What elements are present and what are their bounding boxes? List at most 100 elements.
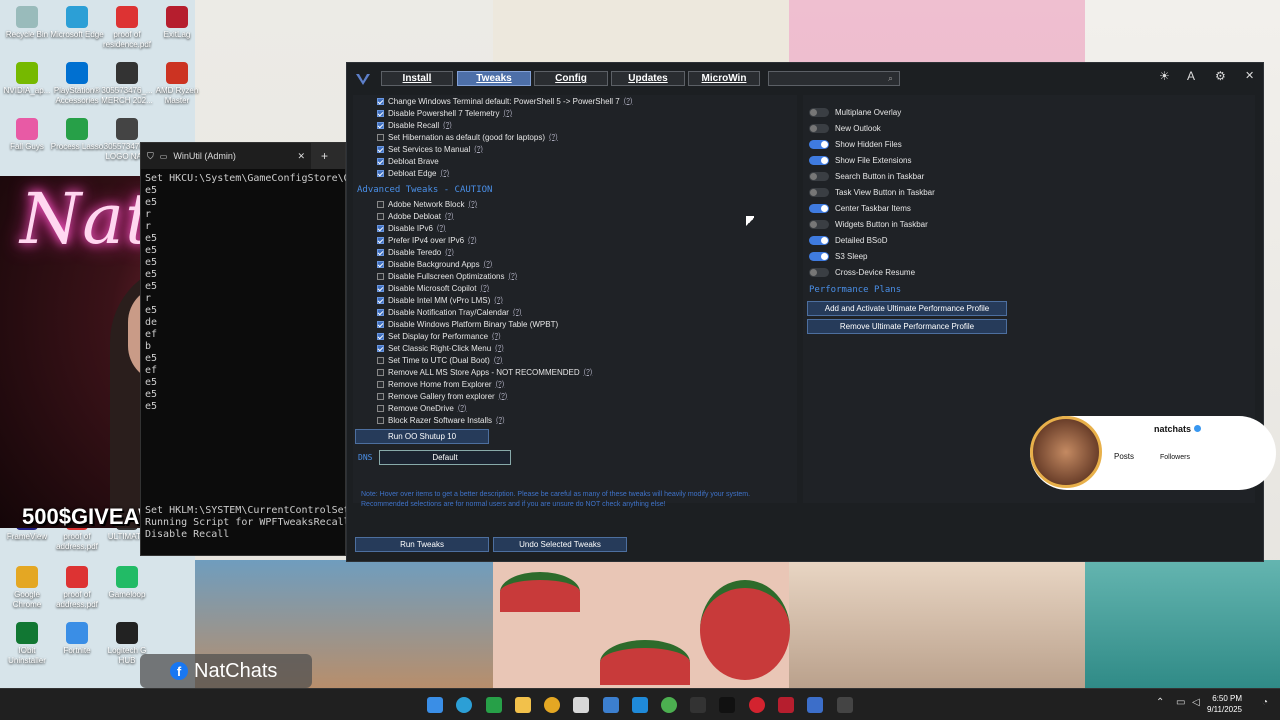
tweak-checkbox-row[interactable]: Set Classic Right-Click Menu (?) — [377, 342, 504, 354]
network-icon[interactable]: ▭ — [1176, 697, 1185, 708]
checkbox[interactable] — [377, 109, 384, 117]
epic-games-icon[interactable] — [719, 697, 735, 713]
help-icon[interactable]: (?) — [484, 261, 493, 268]
start-button-icon[interactable] — [427, 697, 443, 713]
desktop-icon[interactable]: 305573476_... MERCH 202... — [100, 62, 154, 106]
edge-taskbar-icon[interactable] — [456, 697, 472, 713]
checkbox[interactable] — [377, 296, 384, 304]
tweak-checkbox-row[interactable]: Disable Intel MM (vPro LMS) (?) — [377, 294, 503, 306]
tweak-checkbox-row[interactable]: Disable Fullscreen Optimizations (?) — [377, 270, 517, 282]
tweak-checkbox-row[interactable]: Disable IPv6 (?) — [377, 222, 445, 234]
help-icon[interactable]: (?) — [509, 273, 518, 280]
photos-icon[interactable] — [603, 697, 619, 713]
desktop-icon[interactable]: proof of residence.pdf — [100, 6, 154, 50]
help-icon[interactable]: (?) — [445, 249, 454, 256]
checkbox[interactable] — [377, 200, 384, 208]
toggle-switch[interactable] — [809, 251, 829, 261]
toggle-switch[interactable] — [809, 203, 829, 213]
process-lasso-taskbar-icon[interactable] — [486, 697, 502, 713]
tab-config[interactable]: Config — [534, 71, 608, 86]
preference-toggle-row[interactable]: Detailed BSoD — [809, 234, 887, 246]
help-icon[interactable]: (?) — [440, 170, 449, 177]
capcut-icon[interactable] — [690, 697, 706, 713]
search-input[interactable]: ⌕ — [768, 71, 900, 86]
help-icon[interactable]: (?) — [443, 122, 452, 129]
obs-icon[interactable] — [749, 697, 765, 713]
font-scale-icon[interactable]: A — [1187, 69, 1195, 83]
terminal-window[interactable]: ⛉ ▭ WinUtil (Admin) ✕ + Set HKCU:\System… — [140, 142, 350, 556]
toggle-switch[interactable] — [809, 187, 829, 197]
tweak-checkbox-row[interactable]: Disable Windows Platform Binary Table (W… — [377, 318, 558, 330]
checkbox[interactable] — [377, 272, 384, 280]
close-icon[interactable]: ✕ — [1245, 69, 1254, 82]
checkbox[interactable] — [377, 344, 384, 352]
help-icon[interactable]: (?) — [492, 333, 501, 340]
help-icon[interactable]: (?) — [513, 309, 522, 316]
tweak-checkbox-row[interactable]: Set Services to Manual (?) — [377, 143, 483, 155]
desktop-icon[interactable]: Gameloop — [100, 566, 154, 600]
store-icon[interactable] — [573, 697, 589, 713]
file-explorer-icon[interactable] — [515, 697, 531, 713]
help-icon[interactable]: (?) — [494, 297, 503, 304]
help-icon[interactable]: (?) — [445, 213, 454, 220]
add-ultimate-performance-button[interactable]: Add and Activate Ultimate Performance Pr… — [807, 301, 1007, 316]
terminal-taskbar-icon[interactable] — [837, 697, 853, 713]
help-icon[interactable]: (?) — [458, 405, 467, 412]
desktop-icon[interactable]: Google Chrome — [0, 566, 54, 610]
preference-toggle-row[interactable]: Show Hidden Files — [809, 138, 902, 150]
desktop-icon[interactable]: Recycle Bin — [0, 6, 54, 40]
tweak-checkbox-row[interactable]: Adobe Debloat (?) — [377, 210, 454, 222]
checkbox[interactable] — [377, 284, 384, 292]
preference-toggle-row[interactable]: Task View Button in Taskbar — [809, 186, 935, 198]
checkbox[interactable] — [377, 121, 384, 129]
help-icon[interactable]: (?) — [468, 237, 477, 244]
help-icon[interactable]: (?) — [494, 357, 503, 364]
help-icon[interactable]: (?) — [480, 285, 489, 292]
volume-icon[interactable]: ◁ — [1192, 697, 1200, 708]
toggle-switch[interactable] — [809, 219, 829, 229]
preference-toggle-row[interactable]: Cross-Device Resume — [809, 266, 915, 278]
tweak-checkbox-row[interactable]: Block Razer Software Installs (?) — [377, 414, 505, 426]
desktop-icon[interactable]: proof of address.pdf — [50, 566, 104, 610]
checkbox[interactable] — [377, 248, 384, 256]
tweak-checkbox-row[interactable]: Change Windows Terminal default: PowerSh… — [377, 95, 632, 107]
tweak-checkbox-row[interactable]: Disable Powershell 7 Telemetry (?) — [377, 107, 512, 119]
checkbox[interactable] — [377, 212, 384, 220]
preference-toggle-row[interactable]: Show File Extensions — [809, 154, 911, 166]
preference-toggle-row[interactable]: New Outlook — [809, 122, 881, 134]
terminal-tab[interactable]: ⛉ ▭ WinUtil (Admin) ✕ — [141, 143, 311, 169]
dns-select[interactable]: Default — [379, 450, 511, 465]
checkbox[interactable] — [377, 416, 384, 424]
desktop-icon[interactable]: NVIDIA_ap... — [0, 62, 54, 96]
desktop-icon[interactable]: Microsoft Edge — [50, 6, 104, 40]
help-icon[interactable]: (?) — [503, 110, 512, 117]
exitlag-taskbar-icon[interactable] — [778, 697, 794, 713]
notification-icon[interactable]: ◔ — [1262, 697, 1268, 708]
undo-tweaks-button[interactable]: Undo Selected Tweaks — [493, 537, 627, 552]
checkbox[interactable] — [377, 145, 384, 153]
toggle-switch[interactable] — [809, 123, 829, 133]
preference-toggle-row[interactable]: Multiplane Overlay — [809, 106, 901, 118]
tab-tweaks[interactable]: Tweaks — [457, 71, 531, 86]
toggle-switch[interactable] — [809, 235, 829, 245]
tweak-checkbox-row[interactable]: Set Display for Performance (?) — [377, 330, 501, 342]
desktop-icon[interactable]: Fall Guys — [0, 118, 54, 152]
checkbox[interactable] — [377, 368, 384, 376]
checkbox[interactable] — [377, 97, 384, 105]
desktop-icon[interactable]: AMD Ryzen Master — [150, 62, 204, 106]
toggle-switch[interactable] — [809, 171, 829, 181]
run-tweaks-button[interactable]: Run Tweaks — [355, 537, 489, 552]
checkbox[interactable] — [377, 320, 384, 328]
preference-toggle-row[interactable]: Search Button in Taskbar — [809, 170, 924, 182]
checkbox[interactable] — [377, 308, 384, 316]
help-icon[interactable]: (?) — [496, 417, 505, 424]
theme-toggle-icon[interactable]: ☀ — [1159, 69, 1170, 83]
toggle-switch[interactable] — [809, 155, 829, 165]
preference-toggle-row[interactable]: Widgets Button in Taskbar — [809, 218, 928, 230]
help-icon[interactable]: (?) — [549, 134, 558, 141]
run-oo-shutup-button[interactable]: Run OO Shutup 10 — [355, 429, 489, 444]
help-icon[interactable]: (?) — [437, 225, 446, 232]
gear-icon[interactable]: ⚙ — [1215, 69, 1226, 83]
tab-microwin[interactable]: MicroWin — [688, 71, 760, 86]
tweak-checkbox-row[interactable]: Disable Notification Tray/Calendar (?) — [377, 306, 522, 318]
